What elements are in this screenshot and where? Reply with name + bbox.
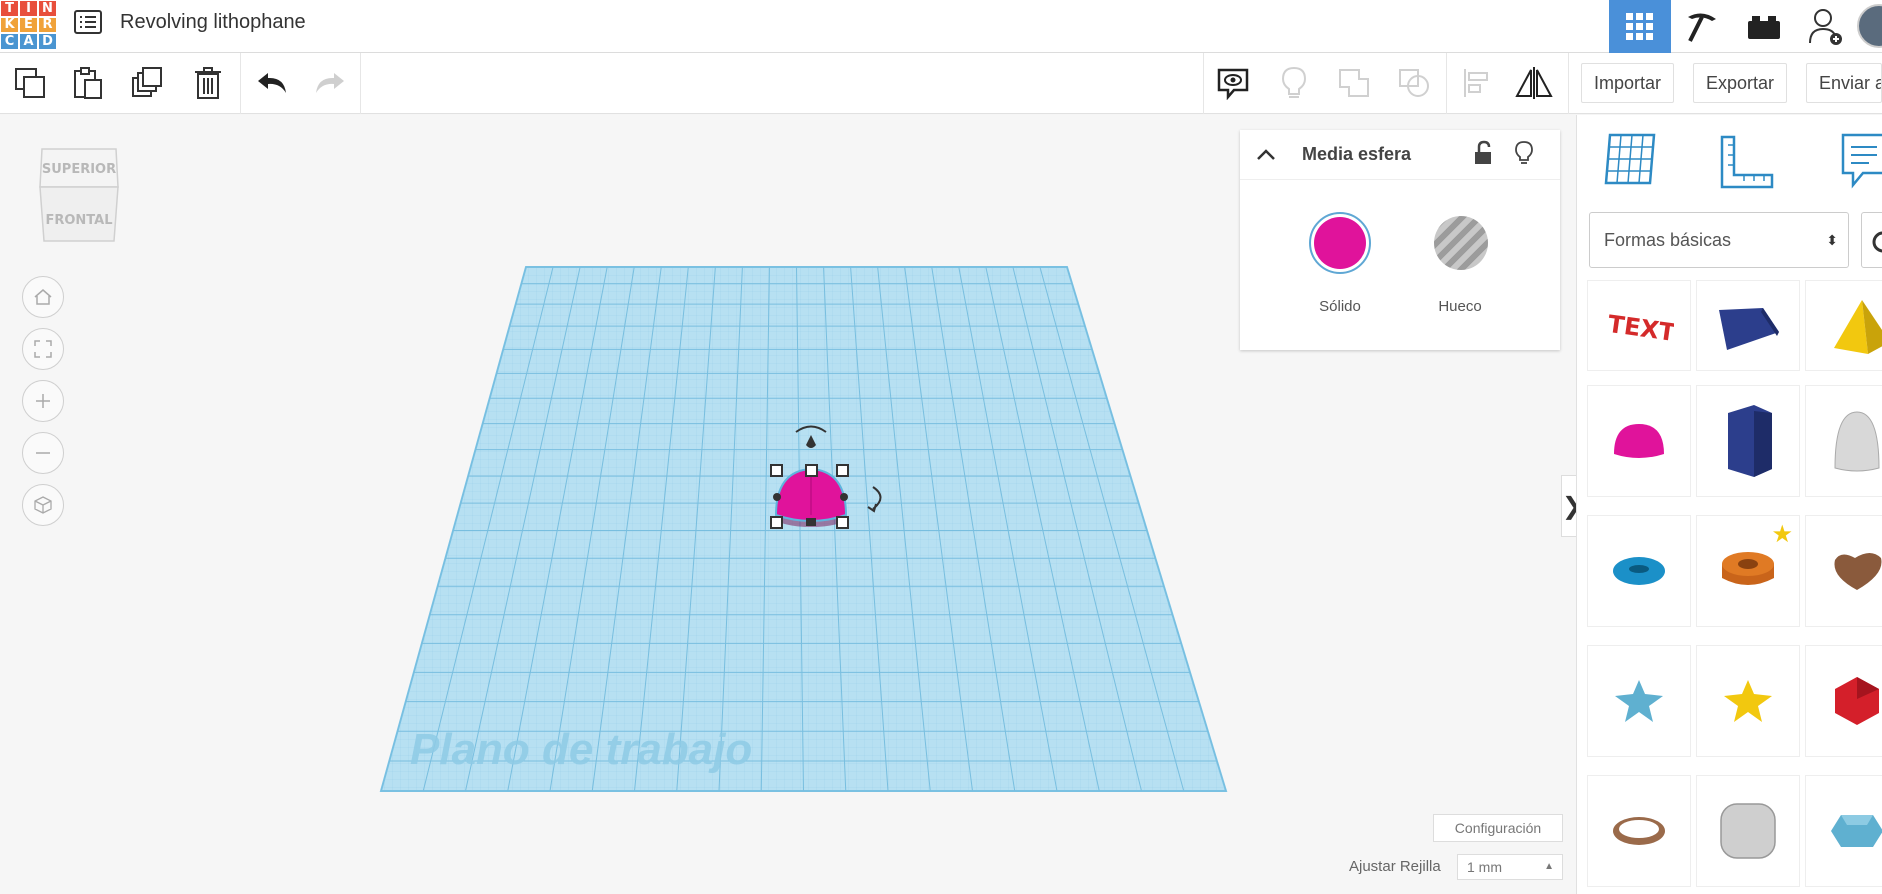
rounded-box-shape-icon — [1720, 803, 1776, 859]
shape-tile-rounded-box[interactable] — [1696, 775, 1800, 887]
duplicate-icon[interactable] — [128, 63, 168, 103]
redo-icon[interactable] — [310, 63, 350, 103]
workplane-canvas[interactable]: SUPERIOR FRONTAL Plano de trabajo Media … — [0, 115, 1576, 894]
logo-letter: R — [38, 16, 57, 34]
shape-tile-tube[interactable]: ★ — [1696, 515, 1800, 627]
notes-icon[interactable] — [1213, 63, 1253, 103]
shape-tile-ring[interactable] — [1587, 775, 1691, 887]
snap-grid-select[interactable]: 1 mm ▲ — [1457, 854, 1563, 880]
notes-tool-icon[interactable] — [1839, 131, 1882, 196]
workplane-tool-icon[interactable] — [1604, 131, 1658, 192]
shapes-panel: Formas básicas ⬍ TEXT ★ — [1576, 115, 1882, 894]
ungroup-icon[interactable] — [1394, 63, 1434, 103]
favorite-star-icon: ★ — [1771, 521, 1793, 548]
search-shapes-button[interactable] — [1861, 212, 1882, 268]
tinkercad-logo[interactable]: T I N K E R C A D — [0, 0, 57, 50]
logo-letter: T — [0, 0, 19, 17]
logo-letter: I — [19, 0, 38, 17]
grid-view-icon[interactable] — [1609, 0, 1671, 53]
top-bar: T I N K E R C A D Revolving lithophane — [0, 0, 1882, 53]
settings-button[interactable]: Configuración — [1433, 814, 1563, 842]
gem-shape-icon — [1831, 815, 1882, 847]
logo-letter: A — [19, 33, 38, 50]
visibility-bulb-icon[interactable] — [1514, 140, 1534, 166]
shape-tile-text[interactable]: TEXT — [1587, 280, 1691, 371]
shape-inspector: Media esfera Sólido Hueco — [1240, 130, 1560, 350]
shape-tile-star[interactable] — [1587, 645, 1691, 757]
logo-letter: N — [38, 0, 57, 17]
logo-letter: D — [38, 33, 57, 50]
send-to-button[interactable]: Enviar a — [1806, 63, 1882, 103]
shape-tile-paraboloid[interactable] — [1805, 385, 1882, 497]
ruler-tool-icon[interactable] — [1720, 135, 1774, 194]
collapse-icon[interactable] — [1256, 147, 1276, 161]
delete-icon[interactable] — [188, 63, 228, 103]
undo-icon[interactable] — [252, 63, 292, 103]
group-icon[interactable] — [1334, 63, 1374, 103]
edit-toolbar: Importar Exportar Enviar a — [0, 53, 1882, 114]
import-button[interactable]: Importar — [1581, 63, 1675, 103]
shape-tile-star-yellow[interactable] — [1696, 645, 1800, 757]
unlock-icon[interactable] — [1472, 140, 1494, 166]
project-title[interactable]: Revolving lithophane — [120, 11, 306, 34]
text-shape-icon: TEXT — [1606, 309, 1674, 345]
half-sphere-shape-icon — [1614, 424, 1664, 458]
hole-label: Hueco — [1438, 298, 1482, 315]
dropdown-arrow-icon: ▲ — [1544, 861, 1554, 872]
star-yellow-shape-icon — [1724, 680, 1772, 722]
mirror-icon[interactable] — [1514, 63, 1554, 103]
shape-tile-wedge[interactable] — [1696, 280, 1800, 371]
bricks-icon[interactable] — [1733, 0, 1795, 53]
logo-letter: K — [0, 16, 19, 34]
shape-category-value: Formas básicas — [1604, 230, 1732, 250]
pyramid-shape-icon — [1834, 299, 1882, 354]
torus-shape-icon — [1613, 557, 1665, 585]
shape-tile-gem[interactable] — [1805, 775, 1882, 887]
shape-tile-polygon[interactable] — [1696, 385, 1800, 497]
wedge-shape-icon — [1719, 307, 1779, 350]
logo-letter: E — [19, 16, 38, 34]
solid-label: Sólido — [1319, 298, 1361, 315]
paraboloid-shape-icon — [1834, 411, 1880, 472]
ring-shape-icon — [1613, 817, 1665, 845]
shape-tile-half-sphere[interactable] — [1587, 385, 1691, 497]
icosahedron-shape-icon — [1835, 677, 1879, 725]
hole-button[interactable] — [1434, 216, 1488, 270]
export-button[interactable]: Exportar — [1693, 63, 1788, 103]
add-user-icon[interactable] — [1795, 0, 1857, 53]
solid-color-button[interactable] — [1309, 212, 1371, 274]
select-arrows-icon: ⬍ — [1826, 232, 1838, 248]
svg-text:TEXT: TEXT — [1606, 309, 1674, 345]
snap-grid-label: Ajustar Rejilla — [1349, 858, 1441, 875]
heart-shape-icon — [1834, 553, 1882, 590]
polygon-shape-icon — [1728, 405, 1772, 477]
avatar[interactable] — [1857, 4, 1882, 48]
menu-icon[interactable] — [74, 10, 102, 34]
shape-tile-heart[interactable] — [1805, 515, 1882, 627]
tube-shape-icon — [1722, 552, 1774, 585]
shape-category-select[interactable]: Formas básicas ⬍ — [1589, 212, 1849, 268]
star-shape-icon — [1615, 680, 1663, 722]
shape-tile-torus[interactable] — [1587, 515, 1691, 627]
snap-grid-value: 1 mm — [1467, 859, 1502, 875]
light-icon[interactable] — [1274, 63, 1314, 103]
shape-tile-icosahedron[interactable] — [1805, 645, 1882, 757]
align-icon[interactable] — [1456, 63, 1496, 103]
inspector-title: Media esfera — [1302, 144, 1412, 164]
shape-tile-pyramid[interactable] — [1805, 280, 1882, 371]
copy-icon[interactable] — [10, 63, 50, 103]
logo-letter: C — [0, 33, 19, 50]
search-icon — [1872, 231, 1882, 253]
pickaxe-icon[interactable] — [1671, 0, 1733, 53]
paste-icon[interactable] — [68, 63, 108, 103]
workplane-label: Plano de trabajo — [410, 725, 753, 774]
